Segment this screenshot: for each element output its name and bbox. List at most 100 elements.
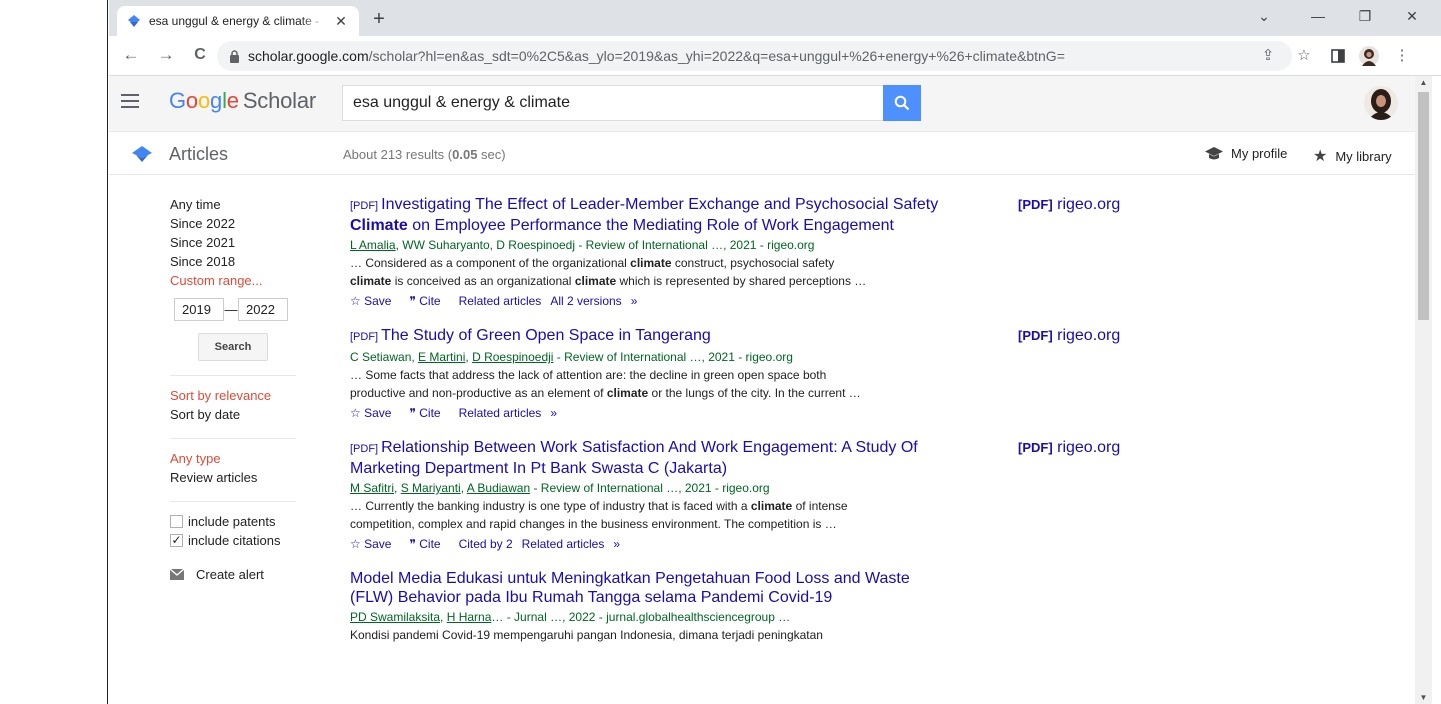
related-articles-link[interactable]: Related articles — [522, 535, 605, 553]
browser-toolbar: ← → C scholar.google.com/scholar?hl=en&a… — [109, 36, 1441, 76]
tab-title: esa unggul & energy & climate - — [149, 14, 320, 28]
result-item: Model Media Edukasi untuk Meningkatkan P… — [350, 569, 1220, 644]
author-link[interactable]: L Amalia — [350, 238, 396, 252]
graduation-cap-icon — [1205, 146, 1223, 159]
side-panel-icon[interactable] — [1327, 45, 1349, 67]
profile-avatar-small[interactable] — [1358, 45, 1380, 67]
author-link[interactable]: PD Swamilaksita — [350, 610, 440, 624]
checkmark-icon: ✓ — [170, 533, 183, 547]
author-link[interactable]: D Roespinoedji — [472, 350, 553, 364]
my-profile-link[interactable]: My profile — [1205, 146, 1287, 161]
unchecked-box-icon — [170, 515, 183, 528]
author-link[interactable]: A Budiawan — [467, 481, 530, 495]
result-snippet: … Some facts that address the lack of at… — [350, 368, 861, 400]
star-icon: ★ — [1313, 148, 1328, 165]
result-title-link[interactable]: [PDF] The Study of Green Open Space in Ta… — [350, 326, 940, 347]
sort-by-relevance[interactable]: Sort by relevance — [170, 386, 300, 405]
save-button[interactable]: ☆ Save — [350, 292, 400, 310]
author-link[interactable]: M Safitri — [350, 481, 394, 495]
save-button[interactable]: ☆ Save — [350, 404, 400, 422]
restore-icon[interactable]: ❐ — [1350, 6, 1380, 26]
search-icon — [894, 95, 910, 111]
filter-since-2021[interactable]: Since 2021 — [170, 233, 300, 252]
year-from-input[interactable]: 2019 — [174, 298, 224, 321]
share-icon[interactable]: ⇪ — [1257, 45, 1279, 67]
result-item: [PDF] The Study of Green Open Space in Ta… — [350, 326, 1220, 422]
author-link[interactable]: H Harna — [447, 610, 492, 624]
reload-icon[interactable]: C — [188, 44, 212, 66]
filter-custom-range[interactable]: Custom range... — [170, 271, 300, 290]
cited-by-link[interactable]: Cited by 2 — [459, 535, 513, 553]
cite-button[interactable]: ❞ Cite — [409, 535, 449, 553]
window-close-icon[interactable]: ✕ — [1397, 6, 1427, 26]
result-actions: ☆ Save ❞ Cite Related articles » — [350, 404, 1220, 422]
year-to-input[interactable]: 2022 — [238, 298, 288, 321]
scroll-up-icon[interactable]: ▲ — [1415, 78, 1432, 87]
author-link[interactable]: S Mariyanti — [401, 481, 461, 495]
include-citations-checkbox[interactable]: ✓ include citations — [170, 531, 300, 550]
bookmark-star-icon[interactable]: ☆ — [1293, 45, 1315, 67]
page-scrollbar[interactable]: ▲ ▼ — [1415, 76, 1432, 704]
result-item: [PDF] Relationship Between Work Satisfact… — [350, 438, 1220, 553]
search-input[interactable]: esa unggul & energy & climate — [342, 85, 883, 121]
scholar-favicon-icon — [128, 15, 140, 27]
filter-any-time[interactable]: Any time — [170, 195, 300, 214]
scholar-cap-icon — [132, 146, 152, 162]
cite-button[interactable]: ❞ Cite — [409, 404, 449, 422]
more-chevron-icon[interactable]: » — [631, 292, 638, 310]
filter-any-type[interactable]: Any type — [170, 449, 300, 468]
result-snippet: … Currently the banking industry is one … — [350, 499, 848, 531]
scrollbar-thumb[interactable] — [1418, 92, 1429, 320]
forward-icon[interactable]: → — [154, 44, 178, 66]
include-patents-checkbox[interactable]: include patents — [170, 512, 300, 531]
author-link[interactable]: E Martini — [418, 350, 465, 364]
result-title-link[interactable]: [PDF] Investigating The Effect of Leader-… — [350, 195, 940, 235]
browser-menu-icon[interactable]: ⋮ — [1391, 45, 1413, 67]
more-chevron-icon[interactable]: » — [613, 535, 620, 553]
create-alert-link[interactable]: Create alert — [170, 567, 300, 582]
address-bar[interactable]: scholar.google.com/scholar?hl=en&as_sdt=… — [217, 41, 1292, 71]
result-item: [PDF] Investigating The Effect of Leader-… — [350, 195, 1220, 310]
pdf-side-link[interactable]: [PDF] rigeo.org — [1018, 327, 1120, 345]
year-range: 2019 — 2022 — [174, 298, 300, 321]
account-avatar[interactable] — [1364, 86, 1398, 120]
results-subheader: Articles About 213 results (0.05 sec) My… — [109, 132, 1415, 175]
divider — [170, 501, 296, 502]
all-versions-link[interactable]: All 2 versions — [550, 292, 621, 310]
new-tab-button[interactable]: + — [367, 8, 391, 30]
browser-tab[interactable]: esa unggul & energy & climate - ✕ — [117, 6, 359, 36]
results-stats: About 213 results (0.05 sec) — [343, 147, 506, 162]
filter-since-2022[interactable]: Since 2022 — [170, 214, 300, 233]
my-library-link[interactable]: ★ My library — [1313, 146, 1392, 166]
divider — [170, 438, 296, 439]
filter-review-articles[interactable]: Review articles — [170, 468, 300, 487]
articles-section-label[interactable]: Articles — [169, 144, 228, 165]
scroll-down-icon[interactable]: ▼ — [1415, 693, 1432, 702]
save-button[interactable]: ☆ Save — [350, 535, 400, 553]
result-actions: ☆ Save ❞ Cite Cited by 2 Related article… — [350, 535, 1220, 553]
result-title-link[interactable]: [PDF] Relationship Between Work Satisfact… — [350, 438, 940, 478]
filter-since-2018[interactable]: Since 2018 — [170, 252, 300, 271]
related-articles-link[interactable]: Related articles — [459, 404, 542, 422]
related-articles-link[interactable]: Related articles — [459, 292, 542, 310]
pdf-side-link[interactable]: [PDF] rigeo.org — [1018, 196, 1120, 214]
back-icon[interactable]: ← — [119, 44, 143, 66]
range-search-button[interactable]: Search — [198, 333, 268, 361]
sort-by-date[interactable]: Sort by date — [170, 405, 300, 424]
google-scholar-logo[interactable]: Google Scholar — [169, 88, 316, 114]
cite-button[interactable]: ❞ Cite — [409, 292, 449, 310]
tab-close-icon[interactable]: ✕ — [333, 13, 349, 30]
result-title-link[interactable]: Model Media Edukasi untuk Meningkatkan P… — [350, 569, 940, 607]
scholar-header: Google Scholar esa unggul & energy & clim… — [109, 76, 1415, 132]
tab-search-chevron-icon[interactable]: ⌄ — [1249, 6, 1279, 26]
divider — [170, 375, 296, 376]
minimize-icon[interactable]: — — [1303, 6, 1333, 26]
result-actions: ☆ Save ❞ Cite Related articles All 2 ver… — [350, 292, 1220, 310]
search-button[interactable] — [883, 85, 921, 121]
menu-icon[interactable] — [121, 94, 139, 108]
browser-window: esa unggul & energy & climate - ✕ + ⌄ — … — [109, 0, 1441, 704]
more-chevron-icon[interactable]: » — [550, 404, 557, 422]
pdf-side-link[interactable]: [PDF] rigeo.org — [1018, 439, 1120, 457]
tab-strip: esa unggul & energy & climate - ✕ + ⌄ — … — [109, 0, 1441, 36]
desktop-margin — [0, 0, 108, 704]
